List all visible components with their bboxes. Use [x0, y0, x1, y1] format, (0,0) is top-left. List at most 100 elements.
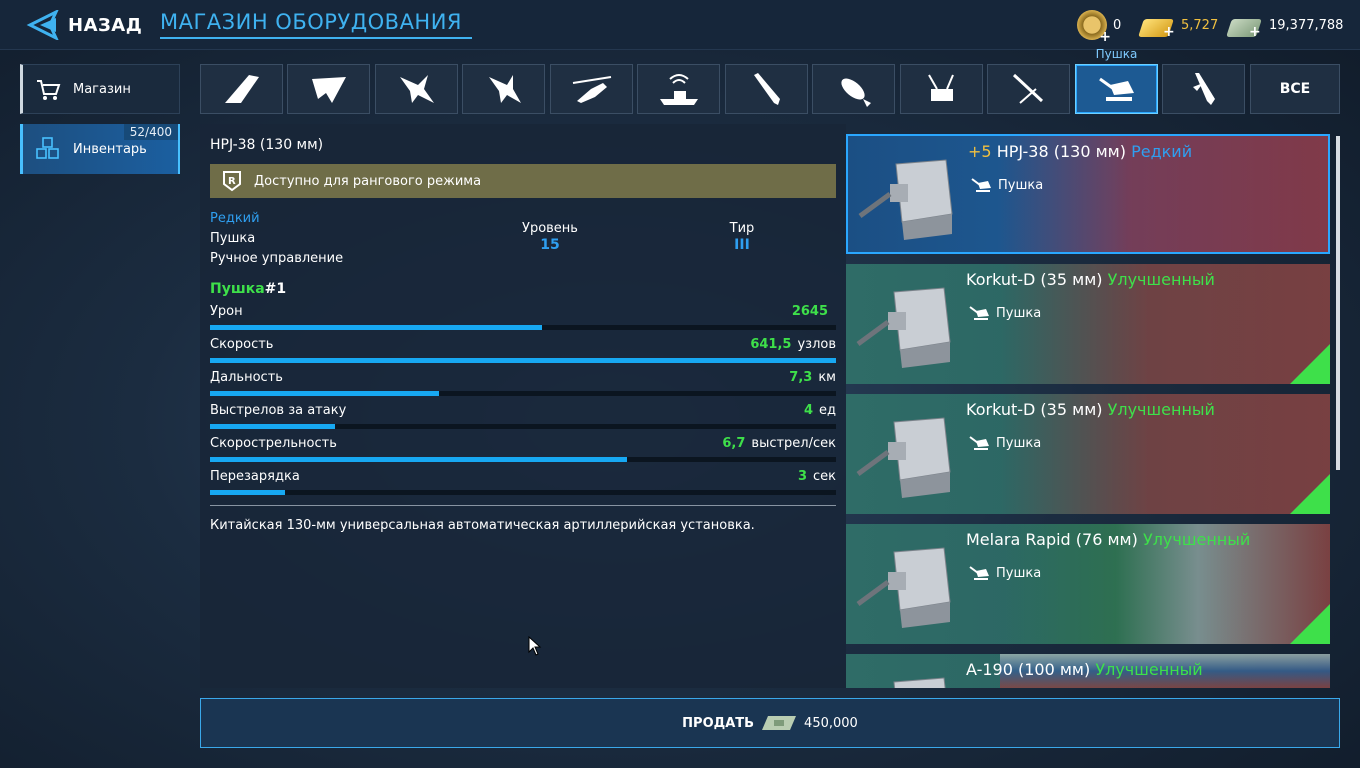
naval-gun-image — [856, 144, 960, 248]
stat-unit: км — [818, 370, 836, 385]
medals-currency[interactable]: + 0 — [1077, 10, 1122, 44]
naval-gun-icon — [969, 306, 989, 320]
interceptor-jet-icon — [488, 75, 521, 103]
tab-bomb[interactable] — [812, 64, 895, 114]
item-card-name: A-190 (100 мм) — [966, 660, 1091, 679]
item-card-rarity: Улучшенный — [1095, 660, 1203, 679]
item-card-title: Korkut-D (35 мм) Улучшенный — [966, 270, 1215, 289]
naval-gun-image — [854, 532, 958, 636]
cart-icon — [37, 80, 61, 100]
sell-price: 450,000 — [804, 715, 858, 731]
stealth-bomber-icon — [224, 75, 259, 103]
item-description: Китайская 130-мм универсальная автоматич… — [210, 518, 755, 533]
stat-label: Выстрелов за атаку — [210, 403, 347, 418]
stat-label: Скорострельность — [210, 436, 337, 451]
title-underline — [160, 37, 472, 39]
sell-label: ПРОДАТЬ — [682, 715, 755, 731]
stat-value: 3 сек — [798, 469, 836, 484]
item-card-title: +5 HPJ-38 (130 мм) Редкий — [968, 142, 1192, 161]
tab-flying-wing[interactable] — [287, 64, 370, 114]
back-logo-icon — [26, 10, 59, 40]
cash-value: 19,377,788 — [1269, 17, 1344, 33]
item-card-type: Пушка — [996, 566, 1042, 581]
level-value: 15 — [540, 237, 560, 253]
item-card-title: A-190 (100 мм) Улучшенный — [966, 660, 1203, 679]
stat-number: 3 — [797, 469, 807, 484]
svg-text:R: R — [228, 176, 236, 187]
weapon-heading: Пушка#1 — [210, 281, 286, 297]
mouse-cursor-icon — [528, 636, 542, 656]
stat-number: 6,7 — [722, 436, 746, 451]
ranked-shield-icon: R — [223, 171, 241, 192]
stat-value: 6,7 выстрел/сек — [722, 436, 836, 451]
stats-divider — [210, 505, 836, 506]
item-card-rarity: Улучшенный — [1142, 530, 1251, 549]
tab-radar-ship[interactable] — [637, 64, 720, 114]
sidebar-item-label: Магазин — [73, 81, 131, 97]
medals-value: 0 — [1113, 17, 1122, 33]
gold-currency[interactable]: + 5,727 — [1138, 10, 1218, 40]
item-card-name: HPJ-38 (130 мм) — [996, 142, 1126, 161]
stat-bar-fill — [210, 457, 627, 462]
rocket-icon — [1192, 73, 1215, 105]
tab-missile[interactable] — [725, 64, 808, 114]
fighter-jet-icon — [399, 75, 434, 103]
stat-number: 641,5 — [750, 337, 792, 352]
upgrade-level: +5 — [968, 142, 992, 161]
item-card-type: Пушка — [996, 306, 1042, 321]
stat-label: Дальность — [210, 370, 283, 385]
item-card[interactable]: Korkut-D (35 мм) Улучшенный Пушка — [846, 394, 1330, 514]
sidebar-item-inventory[interactable]: Инвентарь 52/400 — [20, 124, 180, 174]
stat-number: 2645 — [791, 304, 828, 319]
naval-gun-icon — [969, 436, 989, 450]
item-card[interactable]: +5 HPJ-38 (130 мм) Редкий Пушка — [846, 134, 1330, 254]
item-list-scrollbar[interactable] — [1336, 136, 1340, 470]
stat-value: 7,3 км — [789, 370, 836, 385]
flying-wing-icon — [311, 77, 346, 103]
item-rarity: Редкий — [210, 211, 260, 226]
stat-bar — [210, 391, 836, 396]
item-card-name: Korkut-D (35 мм) — [966, 400, 1103, 419]
item-card[interactable]: A-190 (100 мм) Улучшенный — [846, 654, 1330, 688]
item-card-rarity: Улучшенный — [1107, 400, 1215, 419]
sidebar-item-shop[interactable]: Магазин — [20, 64, 180, 114]
tab-interceptor[interactable] — [462, 64, 545, 114]
item-card-rarity: Улучшенный — [1107, 270, 1215, 289]
level-label: Уровень — [522, 221, 578, 236]
item-name: HPJ-38 (130 мм) — [210, 137, 324, 153]
sell-button[interactable]: ПРОДАТЬ 450,000 — [200, 698, 1340, 748]
tier-label: Тир — [729, 221, 755, 236]
item-card-name: Melara Rapid (76 мм) — [966, 530, 1138, 549]
item-card[interactable]: Melara Rapid (76 мм) Улучшенный Пушка — [846, 524, 1330, 644]
helicopter-icon — [572, 76, 611, 103]
tab-naval-gun[interactable] — [1075, 64, 1158, 114]
stat-unit: ед — [819, 403, 836, 418]
tab-machine-gun[interactable] — [987, 64, 1070, 114]
stat-bar-fill — [210, 358, 836, 363]
tab-aa-turret[interactable] — [900, 64, 983, 114]
stat-bar — [210, 325, 836, 330]
tab-rocket[interactable] — [1162, 64, 1245, 114]
naval-gun-image — [854, 662, 958, 688]
rarity-corner-marker — [1290, 344, 1330, 384]
tab-tooltip: Пушка — [1095, 47, 1138, 61]
tab-stealth-bomber[interactable] — [200, 64, 283, 114]
aa-turret-icon — [927, 74, 954, 101]
tab-all[interactable]: ВСЕ — [1250, 64, 1340, 114]
stat-bar — [210, 457, 836, 462]
item-card[interactable]: Korkut-D (35 мм) Улучшенный Пушка — [846, 264, 1330, 384]
ranked-notice-text: Доступно для рангового режима — [254, 173, 482, 189]
missile-icon — [753, 73, 780, 105]
tab-all-label: ВСЕ — [1279, 81, 1311, 97]
cash-currency[interactable]: + 19,377,788 — [1226, 10, 1344, 40]
stat-bar — [210, 358, 836, 363]
item-card-type: Пушка — [996, 436, 1042, 451]
tab-helicopter[interactable] — [550, 64, 633, 114]
item-card-rarity: Редкий — [1131, 142, 1193, 161]
stat-label: Скорость — [210, 337, 274, 352]
stat-bar-fill — [210, 325, 542, 330]
stat-bar — [210, 490, 836, 495]
back-button[interactable]: НАЗАД — [26, 8, 142, 42]
stat-bar — [210, 424, 836, 429]
tab-fighter[interactable] — [375, 64, 458, 114]
